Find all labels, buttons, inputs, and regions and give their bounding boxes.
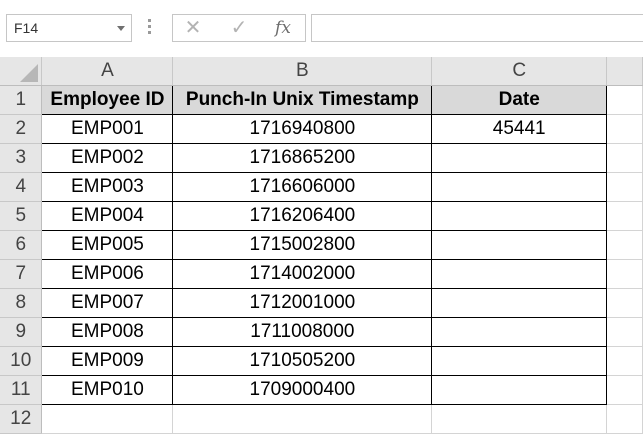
employee-id-cell[interactable]: EMP004 xyxy=(41,201,174,231)
date-cell[interactable]: 45441 xyxy=(431,114,608,144)
date-cell[interactable] xyxy=(431,346,608,376)
timestamp-cell[interactable]: 1716940800 xyxy=(172,114,433,144)
employee-id-cell[interactable]: EMP003 xyxy=(41,172,174,202)
row-header[interactable]: 1 xyxy=(0,85,43,115)
formula-input[interactable] xyxy=(311,14,643,42)
header-cell-timestamp[interactable]: Punch-In Unix Timestamp xyxy=(172,84,433,115)
row-header[interactable]: 10 xyxy=(0,346,43,376)
employee-id-cell[interactable]: EMP001 xyxy=(41,114,174,144)
drag-handle-icon[interactable] xyxy=(148,19,152,37)
row-header[interactable]: 3 xyxy=(0,143,43,173)
employee-id-cell[interactable]: EMP009 xyxy=(41,346,174,376)
chevron-down-icon[interactable] xyxy=(117,26,125,31)
insert-function-icon[interactable]: fx xyxy=(269,17,297,39)
date-cell[interactable] xyxy=(431,259,608,289)
row-header[interactable]: 7 xyxy=(0,259,43,289)
row-header[interactable]: 2 xyxy=(0,114,43,144)
employee-id-cell[interactable]: EMP005 xyxy=(41,230,174,260)
timestamp-cell[interactable]: 1716865200 xyxy=(172,143,433,173)
header-cell-employee-id[interactable]: Employee ID xyxy=(41,84,174,115)
employee-id-cell[interactable]: EMP007 xyxy=(41,288,174,318)
select-all-triangle-icon xyxy=(20,63,39,82)
column-header-c[interactable]: C xyxy=(431,57,608,86)
date-cell[interactable] xyxy=(431,172,608,202)
row-header[interactable]: 5 xyxy=(0,201,43,231)
table-row: 5 EMP004 1716206400 xyxy=(0,201,643,231)
empty-cell[interactable] xyxy=(606,288,643,318)
empty-cell[interactable] xyxy=(606,230,643,260)
timestamp-cell[interactable]: 1710505200 xyxy=(172,346,433,376)
column-header-b[interactable]: B xyxy=(172,57,433,86)
name-box[interactable]: F14 xyxy=(6,14,132,42)
employee-id-cell[interactable]: EMP002 xyxy=(41,143,174,173)
date-cell[interactable] xyxy=(431,317,608,347)
row-header[interactable]: 12 xyxy=(0,404,43,434)
row-header[interactable]: 11 xyxy=(0,375,43,405)
empty-cell[interactable] xyxy=(606,404,643,434)
table-header-row: 1 Employee ID Punch-In Unix Timestamp Date xyxy=(0,84,643,115)
empty-cell[interactable] xyxy=(431,404,608,434)
employee-id-cell[interactable]: EMP006 xyxy=(41,259,174,289)
empty-cell[interactable] xyxy=(606,346,643,376)
timestamp-cell[interactable]: 1716606000 xyxy=(172,172,433,202)
employee-id-cell[interactable]: EMP008 xyxy=(41,317,174,347)
column-header-d[interactable] xyxy=(606,57,643,86)
empty-cell[interactable] xyxy=(606,143,643,173)
name-box-value: F14 xyxy=(14,20,39,36)
empty-cell[interactable] xyxy=(606,172,643,202)
row-header[interactable]: 9 xyxy=(0,317,43,347)
table-row: 6 EMP005 1715002800 xyxy=(0,230,643,260)
date-cell[interactable] xyxy=(431,375,608,405)
check-icon[interactable]: ✓ xyxy=(225,17,253,39)
table-row: 7 EMP006 1714002000 xyxy=(0,259,643,289)
cancel-icon[interactable]: ✕ xyxy=(179,17,207,39)
date-cell[interactable] xyxy=(431,201,608,231)
timestamp-cell[interactable]: 1715002800 xyxy=(172,230,433,260)
column-header-a[interactable]: A xyxy=(41,57,174,86)
timestamp-cell[interactable]: 1711008000 xyxy=(172,317,433,347)
timestamp-cell[interactable]: 1709000400 xyxy=(172,375,433,405)
empty-cell[interactable] xyxy=(606,317,643,347)
timestamp-cell[interactable]: 1712001000 xyxy=(172,288,433,318)
empty-cell[interactable] xyxy=(606,259,643,289)
spreadsheet-grid: A B C 1 Employee ID Punch-In Unix Timestam… xyxy=(0,57,643,434)
date-cell[interactable] xyxy=(431,230,608,260)
empty-cell[interactable] xyxy=(606,201,643,231)
row-header[interactable]: 4 xyxy=(0,172,43,202)
formula-bar-area: F14 ✕ ✓ fx xyxy=(0,0,643,58)
empty-cell[interactable] xyxy=(41,404,174,434)
table-row: 4 EMP003 1716606000 xyxy=(0,172,643,202)
empty-cell[interactable] xyxy=(606,85,643,115)
timestamp-cell[interactable]: 1714002000 xyxy=(172,259,433,289)
column-header-row: A B C xyxy=(0,57,643,86)
empty-cell[interactable] xyxy=(606,114,643,144)
empty-cell[interactable] xyxy=(606,375,643,405)
date-cell[interactable] xyxy=(431,288,608,318)
row-header[interactable]: 6 xyxy=(0,230,43,260)
timestamp-cell[interactable]: 1716206400 xyxy=(172,201,433,231)
header-cell-date[interactable]: Date xyxy=(431,84,608,115)
row-header[interactable]: 8 xyxy=(0,288,43,318)
employee-id-cell[interactable]: EMP010 xyxy=(41,375,174,405)
formula-buttons: ✕ ✓ fx xyxy=(172,14,306,42)
table-row: 12 xyxy=(0,404,643,434)
table-row: 10 EMP009 1710505200 xyxy=(0,346,643,376)
date-cell[interactable] xyxy=(431,143,608,173)
table-row: 8 EMP007 1712001000 xyxy=(0,288,643,318)
table-row: 11 EMP010 1709000400 xyxy=(0,375,643,405)
table-row: 3 EMP002 1716865200 xyxy=(0,143,643,173)
select-all-button[interactable] xyxy=(0,57,43,86)
table-row: 9 EMP008 1711008000 xyxy=(0,317,643,347)
empty-cell[interactable] xyxy=(172,404,433,434)
table-row: 2 EMP001 1716940800 45441 xyxy=(0,114,643,144)
